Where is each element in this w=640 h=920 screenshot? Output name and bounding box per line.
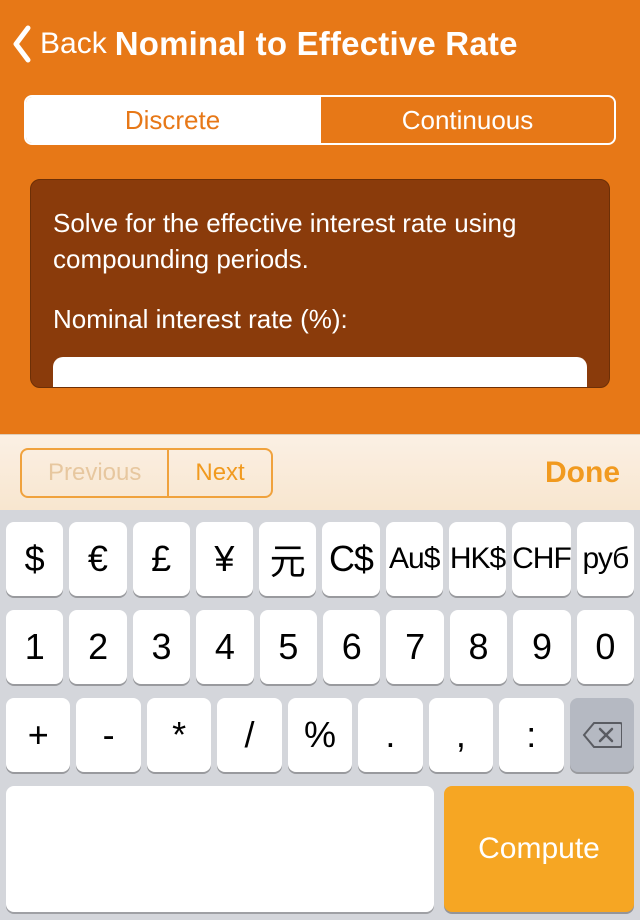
- key[interactable]: ¥: [196, 522, 253, 596]
- key[interactable]: -: [76, 698, 140, 772]
- key[interactable]: /: [217, 698, 281, 772]
- chevron-left-icon: [10, 24, 34, 64]
- key[interactable]: ,: [429, 698, 493, 772]
- key[interactable]: HK$: [449, 522, 506, 596]
- key[interactable]: .: [358, 698, 422, 772]
- back-button[interactable]: Back: [10, 24, 107, 64]
- done-button[interactable]: Done: [545, 456, 620, 490]
- tab-discrete[interactable]: Discrete: [26, 97, 319, 143]
- form-card: Solve for the effective interest rate us…: [30, 179, 610, 388]
- key[interactable]: C$: [322, 522, 379, 596]
- key[interactable]: 4: [196, 610, 253, 684]
- tab-continuous[interactable]: Continuous: [319, 97, 614, 143]
- key[interactable]: 8: [450, 610, 507, 684]
- key[interactable]: *: [147, 698, 211, 772]
- key[interactable]: 2: [69, 610, 126, 684]
- key[interactable]: 9: [513, 610, 570, 684]
- key[interactable]: руб: [577, 522, 634, 596]
- previous-button: Previous: [22, 450, 167, 496]
- nominal-rate-input[interactable]: [53, 357, 587, 387]
- input-accessory-bar: Previous Next Done: [0, 434, 640, 510]
- prev-next-control: Previous Next: [20, 448, 273, 498]
- backspace-icon: [582, 721, 622, 749]
- key[interactable]: :: [499, 698, 563, 772]
- key[interactable]: 1: [6, 610, 63, 684]
- key[interactable]: 6: [323, 610, 380, 684]
- keyboard-input[interactable]: [6, 786, 434, 912]
- key[interactable]: 0: [577, 610, 634, 684]
- key[interactable]: 5: [260, 610, 317, 684]
- back-label: Back: [40, 27, 107, 61]
- key[interactable]: CHF: [512, 522, 571, 596]
- nominal-rate-label: Nominal interest rate (%):: [53, 304, 587, 335]
- next-button[interactable]: Next: [167, 450, 270, 496]
- segmented-control: Discrete Continuous: [24, 95, 616, 145]
- key[interactable]: 3: [133, 610, 190, 684]
- form-description: Solve for the effective interest rate us…: [53, 206, 587, 278]
- compute-button[interactable]: Compute: [444, 786, 634, 912]
- keyboard: $€£¥元C$Au$HK$CHFруб 1234567890 +-*/%.,: …: [0, 510, 640, 920]
- key[interactable]: +: [6, 698, 70, 772]
- key[interactable]: 元: [259, 522, 316, 596]
- key[interactable]: Au$: [386, 522, 443, 596]
- backspace-key[interactable]: [570, 698, 634, 772]
- key[interactable]: $: [6, 522, 63, 596]
- key[interactable]: £: [133, 522, 190, 596]
- key[interactable]: %: [288, 698, 352, 772]
- key[interactable]: €: [69, 522, 126, 596]
- page-title: Nominal to Effective Rate: [115, 25, 518, 63]
- key[interactable]: 7: [386, 610, 443, 684]
